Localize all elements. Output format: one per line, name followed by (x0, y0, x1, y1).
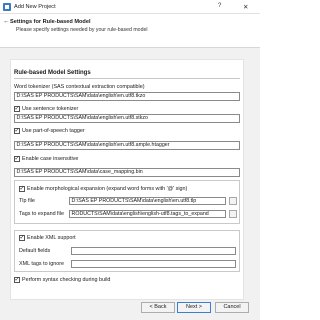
pos-tagger-checkbox[interactable] (14, 127, 20, 135)
case-insensitive-checkbox[interactable] (14, 155, 20, 163)
window-title: Add New Project (14, 4, 56, 10)
tlp-browse-button[interactable] (229, 196, 237, 205)
back-button[interactable]: < Back (141, 302, 175, 313)
app-icon (3, 3, 11, 11)
xml-support-checkbox[interactable] (19, 234, 25, 242)
section-heading: Rule-based Model Settings (14, 70, 91, 76)
section-divider (14, 78, 240, 79)
pos-tagger-field[interactable]: D:\SAS EP PRODUCTS\SAM\data\english\en.u… (14, 141, 240, 150)
syntax-check-label: Perform syntax checking during build (22, 276, 111, 283)
tags-browse-button[interactable] (229, 209, 237, 218)
syntax-check-checkbox[interactable] (14, 276, 20, 284)
sentence-tokenizer-field[interactable]: D:\SAS EP PRODUCTS\SAM\data\english\en.u… (14, 114, 240, 123)
wizard-header: ← Settings for Rule-based Model Please s… (0, 14, 260, 48)
tags-expand-label: Tags to expand file (19, 211, 64, 217)
case-insensitive-field[interactable]: D:\SAS EP PRODUCTS\SAM\data\case_mapping… (14, 168, 240, 177)
sentence-tokenizer-checkbox[interactable] (14, 105, 20, 113)
default-fields-field[interactable] (71, 246, 236, 255)
pos-tagger-label: Use part-of-speech tagger (22, 127, 85, 134)
sentence-tokenizer-label: Use sentence tokenizer (22, 105, 79, 112)
close-button[interactable]: ✕ (243, 3, 248, 11)
word-tokenizer-label: Word tokenizer (SAS contextual extractio… (14, 84, 145, 90)
cancel-button[interactable]: Cancel (215, 302, 249, 313)
morph-expansion-label: Enable morphological expansion (expand w… (27, 185, 188, 192)
next-button[interactable]: Next > (177, 302, 211, 313)
default-fields-label: Default fields (19, 248, 51, 254)
page-title: Settings for Rule-based Model (10, 19, 91, 25)
tags-expand-field[interactable]: RODUCTS\SAM\data\english\english-utf8.ta… (69, 209, 226, 218)
xml-ignore-tags-field[interactable] (71, 259, 236, 268)
word-tokenizer-field[interactable]: D:\SAS EP PRODUCTS\SAM\data\english\en.u… (14, 92, 240, 101)
back-arrow-icon[interactable]: ← (3, 18, 10, 25)
case-insensitive-label: Enable case insensitive (22, 155, 79, 162)
xml-ignore-tags-label: XML tags to ignore (19, 261, 65, 267)
title-bar: Add New Project ? ✕ (0, 0, 260, 14)
xml-support-label: Enable XML support (27, 234, 76, 241)
tlp-file-label: Tlp file (19, 198, 35, 204)
page-subtitle: Please specify settings needed by your r… (16, 27, 148, 33)
morph-expansion-checkbox[interactable] (19, 185, 25, 193)
tlp-file-field[interactable]: D:\SAS EP PRODUCTS\SAM\data\english\en.u… (69, 196, 226, 205)
help-button[interactable]: ? (218, 3, 221, 9)
